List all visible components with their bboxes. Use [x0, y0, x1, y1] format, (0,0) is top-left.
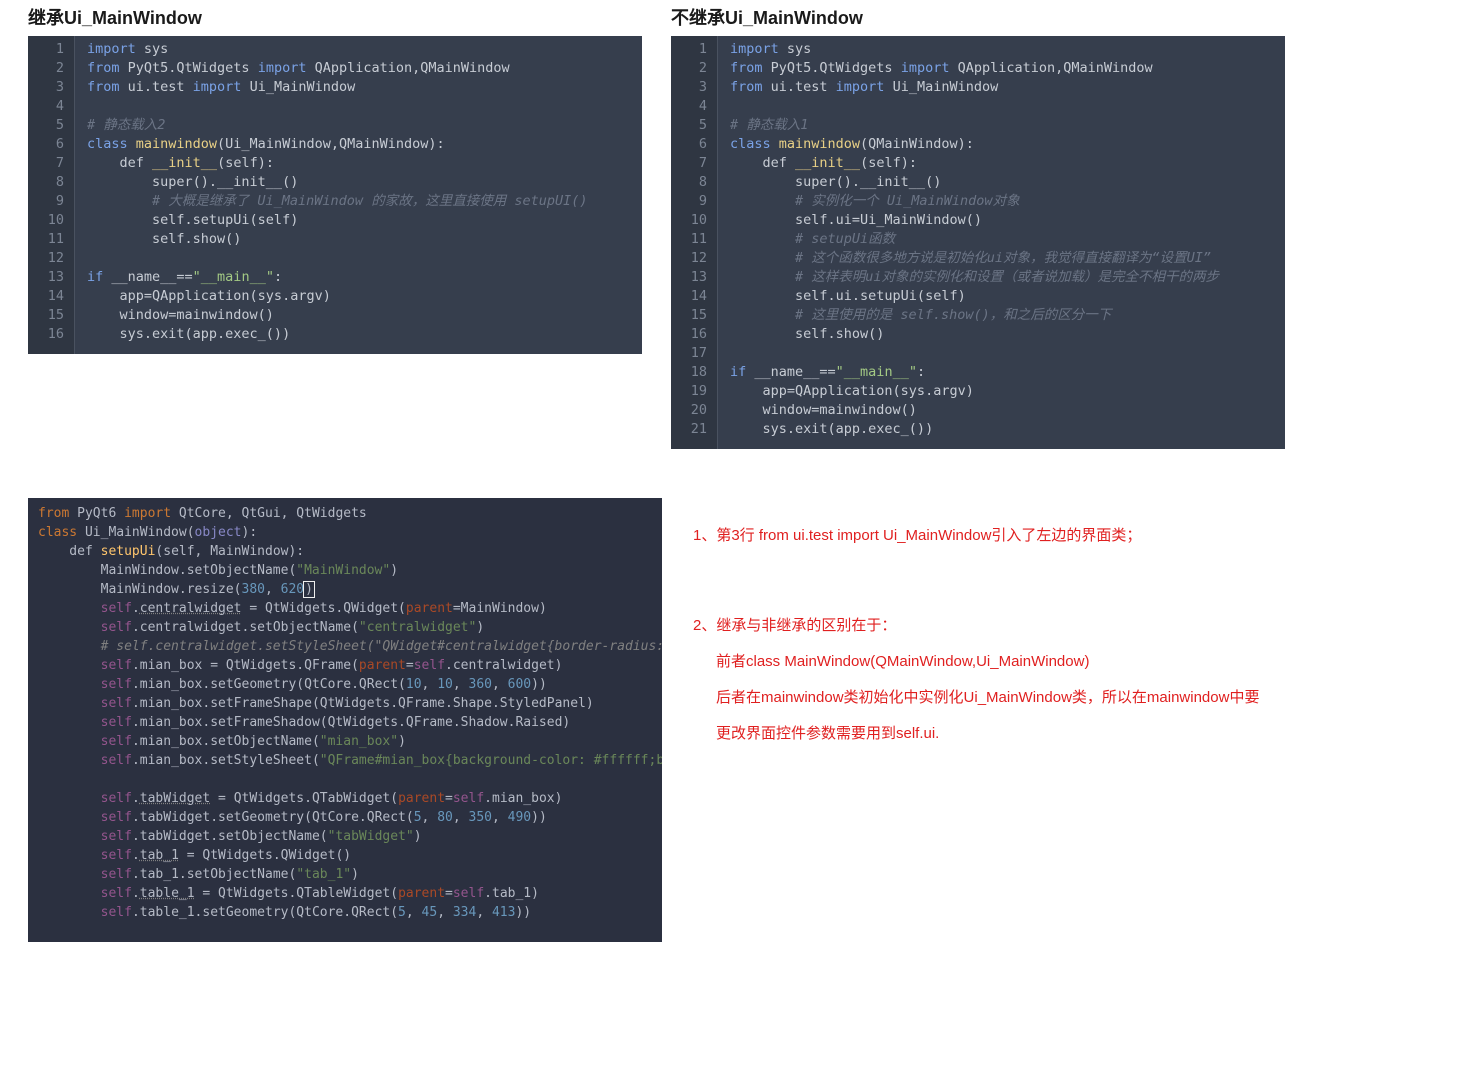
note-1: 1、第3行 from ui.test import Ui_MainWindow引… — [693, 518, 1141, 554]
note-2-line2: 前者class MainWindow(QMainWindow,Ui_MainWi… — [716, 644, 1089, 680]
page: 继承Ui_MainWindow 不继承Ui_MainWindow 1234567… — [0, 0, 1482, 1077]
code-2: import sys from PyQt5.QtWidgets import Q… — [718, 36, 1231, 449]
heading-inherit: 继承Ui_MainWindow — [28, 4, 202, 30]
code-1: import sys from PyQt5.QtWidgets import Q… — [75, 36, 599, 354]
note-2-line1: 2、继承与非继承的区别在于： — [693, 608, 896, 644]
code-block-2: 123456789101112131415161718192021 import… — [671, 36, 1285, 449]
code-block-1: 12345678910111213141516 import sys from … — [28, 36, 642, 354]
heading-no-inherit: 不继承Ui_MainWindow — [671, 4, 863, 30]
gutter-1: 12345678910111213141516 — [28, 36, 75, 354]
code-block-3: from PyQt6 import QtCore, QtGui, QtWidge… — [28, 498, 662, 942]
gutter-2: 123456789101112131415161718192021 — [671, 36, 718, 449]
note-2-line3: 后者在mainwindow类初始化中实例化Ui_MainWindow类，所以在m… — [716, 680, 1259, 716]
note-2-line4: 更改界面控件参数需要用到self.ui. — [716, 716, 939, 752]
